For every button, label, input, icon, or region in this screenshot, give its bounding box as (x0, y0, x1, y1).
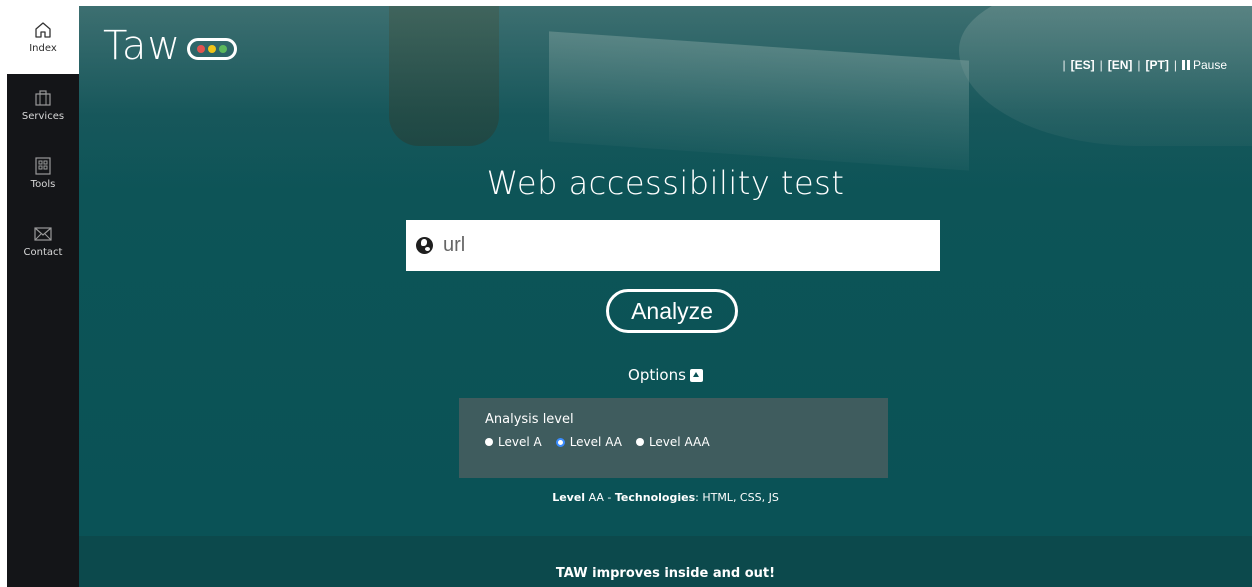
level-a-radio[interactable]: Level A (485, 435, 542, 449)
url-field-container (406, 220, 940, 271)
separator: | (1173, 58, 1177, 72)
sidebar-item-label: Contact (23, 247, 63, 258)
envelope-icon (34, 227, 52, 241)
url-input[interactable] (443, 225, 923, 266)
lang-pt-link[interactable]: [PT] (1146, 58, 1169, 72)
collapse-up-icon (689, 368, 703, 382)
pause-icon (1181, 60, 1190, 70)
logo-wordmark: Taw (103, 23, 182, 69)
globe-icon (416, 237, 433, 254)
lang-en-link[interactable]: [EN] (1108, 58, 1133, 72)
summary-tech-value: : HTML, CSS, JS (695, 491, 779, 504)
sidebar-item-label: Tools (30, 179, 56, 190)
tools-grid-icon (35, 157, 51, 175)
taw-logo[interactable]: Taw (103, 23, 238, 69)
sidebar-item-services[interactable]: Services (7, 74, 79, 142)
traffic-light-icon (187, 38, 238, 60)
radio-dot (635, 438, 644, 446)
analyze-button[interactable]: Analyze (606, 289, 738, 333)
pause-button[interactable]: Pause (1181, 58, 1227, 72)
footer-tagline: TAW improves inside and out! (555, 566, 776, 581)
radio-label: Level A (498, 435, 542, 449)
hero-background-glass (389, 6, 499, 146)
sidebar-item-label: Services (21, 111, 65, 122)
page-title: Web accessibility test (486, 164, 845, 202)
yellow-light (208, 45, 217, 53)
pause-label: Pause (1192, 58, 1227, 72)
sidebar-item-tools[interactable]: Tools (7, 142, 79, 210)
sidebar-item-index[interactable]: Index (7, 6, 79, 74)
sidebar-item-contact[interactable]: Contact (7, 210, 79, 278)
hero-section: Taw | [ES] | [EN] | [PT] | Pause Web acc… (79, 6, 1252, 536)
radio-label: Level AA (569, 435, 622, 449)
separator: | (1137, 58, 1141, 72)
options-toggle[interactable]: Options (79, 366, 1252, 384)
summary-tech-word: Technologies (614, 491, 696, 504)
home-icon (35, 22, 51, 38)
separator: | (1062, 58, 1066, 72)
briefcase-icon (35, 90, 51, 106)
options-label: Options (628, 366, 686, 384)
level-aaa-radio[interactable]: Level AAA (635, 435, 710, 449)
radio-dot (485, 438, 493, 446)
radio-dot-selected (555, 437, 565, 447)
separator: | (1099, 58, 1103, 72)
level-radio-group: Level A Level AA Level AAA (485, 435, 862, 449)
level-aa-radio[interactable]: Level AA (555, 435, 622, 449)
analysis-level-heading: Analysis level (485, 412, 574, 427)
language-bar: | [ES] | [EN] | [PT] | Pause (1062, 58, 1227, 72)
summary-dash: - (603, 491, 615, 504)
red-light (197, 45, 206, 53)
radio-label: Level AAA (648, 435, 710, 449)
lang-es-link[interactable]: [ES] (1071, 58, 1095, 72)
footer-band: TAW improves inside and out! (79, 536, 1252, 587)
sidebar-item-label: Index (29, 43, 57, 54)
green-light (219, 45, 228, 53)
summary-level-value: AA (588, 491, 604, 504)
sidebar: Index Services Tools Contact (7, 6, 79, 587)
summary-level-word: Level (552, 491, 586, 504)
analysis-summary: Level AA - Technologies: HTML, CSS, JS (79, 491, 1252, 504)
options-panel: Analysis level Level A Level AA Level AA… (459, 398, 888, 478)
